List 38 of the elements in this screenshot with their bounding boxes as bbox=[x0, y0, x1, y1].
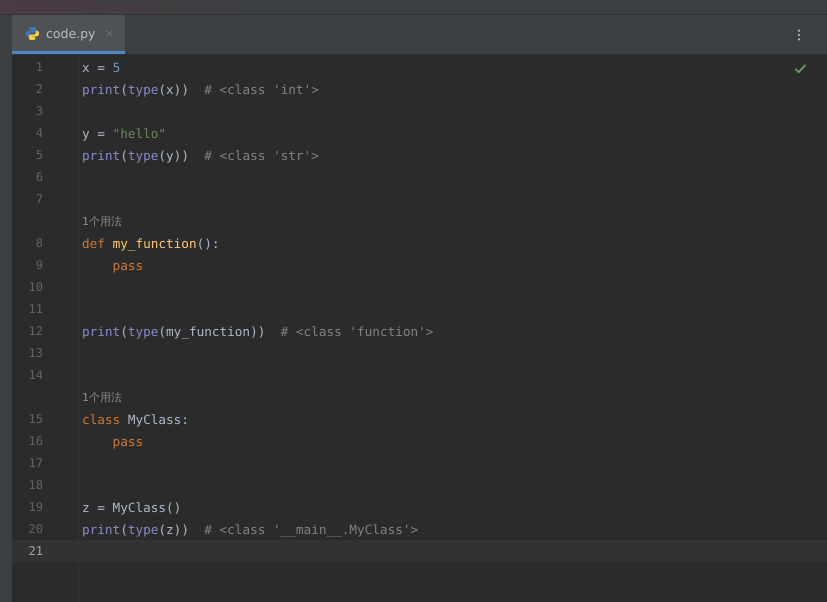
line-number: 1 bbox=[34, 60, 43, 74]
code-line: def my_function(): bbox=[82, 236, 220, 250]
line-number: 19 bbox=[28, 500, 43, 514]
line-number: 18 bbox=[28, 478, 43, 492]
code-line: x = 5 bbox=[82, 60, 120, 74]
line-number: 7 bbox=[34, 192, 43, 206]
line-number: 2 bbox=[34, 82, 43, 96]
line-number: 14 bbox=[28, 368, 43, 382]
line-number: 4 bbox=[34, 126, 43, 140]
code-line: z = MyClass() bbox=[82, 500, 182, 514]
line-number: 11 bbox=[28, 302, 43, 316]
line-number: 3 bbox=[34, 104, 43, 118]
editor-tab[interactable]: code.py bbox=[12, 15, 126, 54]
usage-hint[interactable]: 1个用法 bbox=[82, 390, 122, 404]
line-number: 12 bbox=[28, 324, 43, 338]
line-number: 15 bbox=[28, 412, 43, 426]
line-number: 6 bbox=[34, 170, 43, 184]
code-line: pass bbox=[112, 258, 144, 272]
code-line: print(type(x)) # <class 'int'> bbox=[82, 82, 319, 96]
code-line: y = "hello" bbox=[82, 126, 166, 140]
line-number: 21 bbox=[28, 544, 43, 558]
code-line: print(type(y)) # <class 'str'> bbox=[82, 148, 319, 162]
line-number: 13 bbox=[28, 346, 43, 360]
more-options-icon[interactable] bbox=[797, 28, 801, 42]
usage-hint[interactable]: 1个用法 bbox=[82, 214, 122, 228]
line-number: 8 bbox=[34, 236, 43, 250]
line-number: 20 bbox=[28, 522, 43, 536]
code-line: print(type(z)) # <class '__main__.MyClass'> bbox=[82, 522, 418, 536]
line-number: 5 bbox=[34, 148, 43, 162]
line-number: 9 bbox=[34, 258, 43, 272]
tab-label: code.py bbox=[46, 26, 96, 40]
line-number: 16 bbox=[28, 434, 43, 448]
python-logo-icon bbox=[25, 26, 40, 40]
line-number: 10 bbox=[28, 280, 43, 294]
code-line: print(type(my_function)) # <class 'function'> bbox=[82, 324, 434, 338]
code-line: class MyClass: bbox=[82, 412, 189, 426]
code-line: pass bbox=[112, 434, 144, 448]
line-number: 17 bbox=[28, 456, 43, 470]
